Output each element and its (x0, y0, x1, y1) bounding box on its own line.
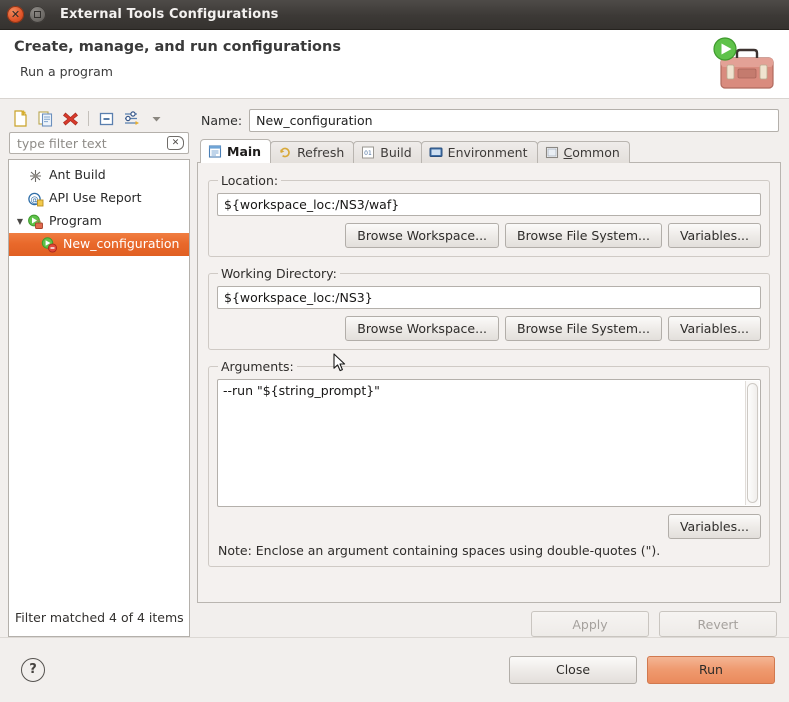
arguments-buttons: Variables... (217, 514, 761, 539)
tree-item-label: Ant Build (49, 167, 106, 183)
configuration-editor-panel: Name: New_configuration Main Refresh 01 … (197, 105, 781, 637)
location-legend: Location: (221, 173, 279, 188)
working-directory-browse-file-system-button[interactable]: Browse File System... (505, 316, 662, 341)
tree-item-label: API Use Report (49, 190, 142, 206)
tree-toolbar (8, 105, 190, 132)
svg-text:01: 01 (364, 150, 372, 157)
main-tab-panel: Location: ${workspace_loc:/NS3/waf} Brow… (197, 162, 781, 603)
page-subtitle: Run a program (20, 64, 113, 79)
search-input[interactable]: type filter text ✕ (9, 132, 189, 154)
new-configuration-icon[interactable] (11, 109, 30, 128)
program-icon (27, 214, 44, 230)
page-title: Create, manage, and run configurations (14, 39, 341, 55)
tab-main[interactable]: Main (200, 139, 272, 163)
tab-label: Build (380, 145, 412, 160)
tree-item-ant-build[interactable]: Ant Build (9, 164, 189, 187)
tab-label: Common (564, 145, 620, 160)
arguments-note: Note: Enclose an argument containing spa… (218, 543, 661, 558)
dialog-header: Create, manage, and run configurations R… (0, 30, 789, 99)
close-icon: ✕ (10, 8, 21, 21)
footer-buttons: Close Run (509, 655, 775, 684)
arguments-value: --run "${string_prompt}" (223, 383, 380, 398)
ant-build-icon (27, 168, 44, 184)
clear-icon[interactable]: ✕ (167, 136, 184, 150)
location-input[interactable]: ${workspace_loc:/NS3/waf} (217, 193, 761, 216)
tree-item-label: Program (49, 213, 102, 229)
tab-mnemonic: C (563, 145, 573, 160)
window-title: External Tools Configurations (60, 7, 279, 22)
search-input-placeholder: type filter text (17, 135, 107, 151)
tab-environment[interactable]: Environment (420, 141, 538, 163)
close-button[interactable]: Close (509, 655, 637, 684)
arguments-scrollbar-thumb[interactable] (747, 383, 758, 503)
working-directory-browse-workspace-button[interactable]: Browse Workspace... (345, 316, 500, 341)
common-tab-icon (545, 146, 559, 159)
collapse-all-icon[interactable] (97, 109, 116, 128)
tab-bar: Main Refresh 01 Build Environment Common (197, 139, 781, 163)
tree-item-label: New_configuration (63, 236, 180, 252)
tree-expand-twisty-program[interactable]: ▼ (13, 217, 27, 226)
arguments-variables-button[interactable]: Variables... (667, 514, 761, 539)
arguments-scrollbar[interactable] (745, 381, 759, 505)
delete-configuration-icon[interactable] (61, 109, 80, 128)
configurations-tree[interactable]: Ant Build @ API Use Report ▼ Program New… (8, 159, 190, 637)
tab-label: Refresh (297, 145, 345, 160)
tab-label: Environment (447, 145, 528, 160)
working-directory-variables-button[interactable]: Variables... (667, 316, 761, 341)
dialog-body: type filter text ✕ Ant Build @ API Use R… (0, 99, 789, 637)
filter-status-text: Filter matched 4 of 4 items (15, 610, 184, 625)
toolbar-separator (88, 111, 89, 126)
toolbox-run-icon (705, 36, 779, 94)
environment-tab-icon (429, 146, 443, 159)
working-directory-group: Working Directory: ${workspace_loc:/NS3}… (208, 266, 770, 350)
location-group: Location: ${workspace_loc:/NS3/waf} Brow… (208, 173, 770, 257)
view-menu-chevron-down-icon[interactable] (147, 109, 166, 128)
run-button[interactable]: Run (647, 655, 775, 684)
help-icon[interactable]: ? (21, 657, 45, 682)
configurations-panel: type filter text ✕ Ant Build @ API Use R… (8, 105, 190, 637)
tab-label: Main (227, 144, 262, 159)
arguments-group: Arguments: --run "${string_prompt}" Vari… (208, 359, 770, 567)
name-label: Name: (201, 113, 243, 128)
title-bar: ✕ External Tools Configurations (0, 0, 789, 30)
configuration-name-input[interactable]: New_configuration (249, 109, 779, 132)
location-browse-file-system-button[interactable]: Browse File System... (505, 223, 662, 248)
working-directory-buttons: Browse Workspace... Browse File System..… (217, 316, 761, 341)
working-directory-input[interactable]: ${workspace_loc:/NS3} (217, 286, 761, 309)
close-window-button[interactable]: ✕ (7, 6, 24, 23)
arguments-textarea[interactable]: --run "${string_prompt}" (217, 379, 761, 507)
location-variables-button[interactable]: Variables... (667, 223, 761, 248)
build-tab-icon: 01 (361, 146, 375, 159)
program-config-icon (41, 236, 58, 253)
tab-label-rest: ommon (572, 145, 620, 160)
maximize-window-button[interactable] (29, 6, 46, 23)
working-directory-legend: Working Directory: (221, 266, 337, 281)
tab-refresh[interactable]: Refresh (270, 141, 355, 163)
filter-icon[interactable] (122, 109, 141, 128)
maximize-icon (29, 6, 46, 23)
main-tab-icon (208, 145, 222, 158)
apply-revert-row: Apply Revert (197, 603, 781, 637)
apply-button[interactable]: Apply (531, 611, 649, 637)
tree-item-api-use-report[interactable]: @ API Use Report (9, 187, 189, 210)
tab-build[interactable]: 01 Build (353, 141, 422, 163)
tree-item-program[interactable]: ▼ Program (9, 210, 189, 233)
refresh-tab-icon (278, 146, 292, 159)
dialog-footer: ? Close Run (0, 637, 789, 701)
duplicate-configuration-icon[interactable] (36, 109, 55, 128)
api-use-report-icon: @ (27, 191, 44, 207)
location-browse-workspace-button[interactable]: Browse Workspace... (345, 223, 500, 248)
location-buttons: Browse Workspace... Browse File System..… (217, 223, 761, 248)
tree-item-new-configuration[interactable]: New_configuration (9, 233, 189, 256)
arguments-legend: Arguments: (221, 359, 294, 374)
tab-common[interactable]: Common (536, 141, 630, 163)
name-row: Name: New_configuration (201, 109, 779, 132)
revert-button[interactable]: Revert (659, 611, 777, 637)
external-tools-configurations-dialog: ✕ External Tools Configurations Create, … (0, 0, 789, 702)
